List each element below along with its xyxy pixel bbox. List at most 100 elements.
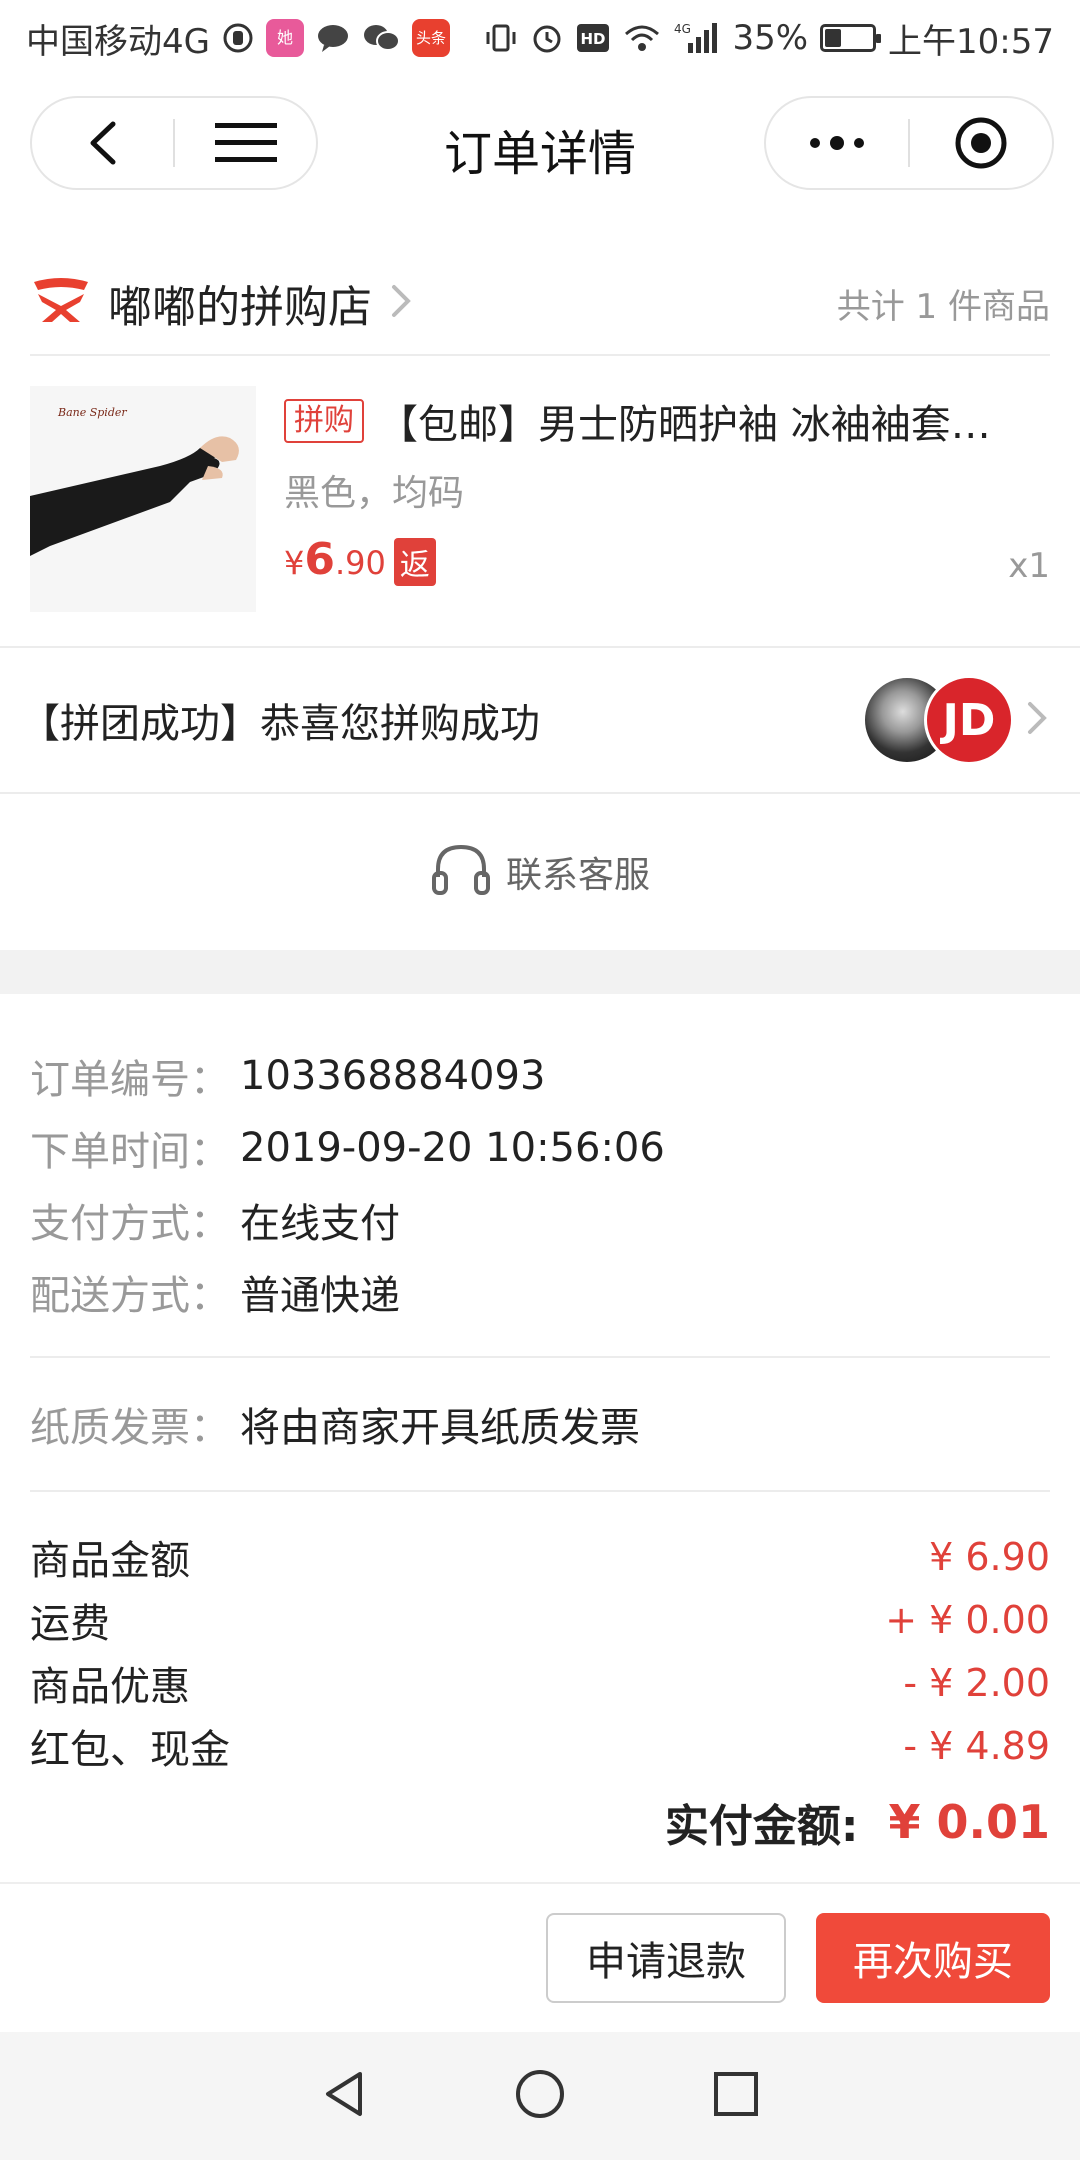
discount-label: 商品优惠 [30,1663,190,1710]
target-close-icon [955,117,1007,169]
delivery-method-line: 配送方式： 普通快递 [30,1256,1050,1328]
shipping-line: 运费 + ¥ 0.00 [30,1588,1050,1651]
order-time-label: 下单时间： [30,1129,230,1175]
product-spec: 黑色，均码 [284,473,465,514]
shop-header[interactable]: 嘟嘟的拼购店 共计 1 件商品 [30,252,1050,356]
order-time-value: 2019-09-20 10:56:06 [240,1125,665,1171]
shipping-value: + ¥ 0.00 [885,1597,1050,1642]
order-number-line: 订单编号： 103368884093 [30,1040,1050,1112]
delivery-method-value: 普通快递 [240,1273,400,1319]
hd-icon: HD [576,23,610,53]
nav-capsule-right [764,96,1054,190]
wechat-icon [362,23,400,53]
invoice-line: 纸质发票： 将由商家开具纸质发票 [30,1384,1050,1464]
rebuy-button[interactable]: 再次购买 [816,1913,1050,2003]
price-line: ¥ 6 .90 返 x1 [284,534,1050,590]
divider [30,1356,1050,1358]
item-count: 共计 1 件商品 [836,286,1050,327]
more-button[interactable] [766,98,908,188]
message-icon [316,23,350,53]
payment-method-line: 支付方式： 在线支付 [30,1184,1050,1256]
goods-amount-line: 商品金额 ¥ 6.90 [30,1525,1050,1588]
price-decimal: .90 [334,544,386,582]
total-value: ¥ 0.01 [888,1795,1050,1849]
shop-name[interactable]: 嘟嘟的拼购店 [108,271,372,335]
group-avatars: JD [862,675,1050,765]
order-number-label: 订单编号： [30,1057,230,1103]
divider [30,1490,1050,1492]
hd-label: HD [581,30,606,48]
more-dots-icon [810,136,864,150]
price-currency: ¥ [284,544,305,582]
refund-button[interactable]: 申请退款 [546,1913,786,2003]
home-circle-icon[interactable] [512,2066,568,2126]
payment-method-value: 在线支付 [240,1201,400,1247]
discount-line: 商品优惠 - ¥ 2.00 [30,1651,1050,1714]
contact-service-button[interactable]: 联系客服 [0,796,1080,948]
clock: 上午10:57 [888,21,1054,62]
product-info: 拼购 【包邮】男士防晒护袖 冰袖袖套… 黑色，均码 ¥ 6 .90 返 x1 [284,386,1050,590]
order-time-line: 下单时间： 2019-09-20 10:56:06 [30,1112,1050,1184]
nav-capsule-left [30,96,318,190]
action-bar: 申请退款 再次购买 [0,1882,1080,2032]
redpacket-line: 红包、现金 - ¥ 4.89 [30,1714,1050,1777]
goods-amount-value: ¥ 6.90 [929,1534,1050,1579]
section-separator [0,950,1080,994]
carrier-label: 中国移动4G [26,21,210,62]
battery-level [825,29,842,47]
product-image[interactable]: Bane Spider [30,386,256,612]
payment-method-label: 支付方式： [30,1201,230,1247]
system-navigation-bar [0,2032,1080,2160]
redpacket-value: - ¥ 4.89 [903,1723,1050,1768]
product-title-line: 拼购 【包邮】男士防晒护袖 冰袖袖套… [284,386,1050,456]
invoice-label: 纸质发票： [30,1405,230,1451]
app-badge-ta: 她 [265,19,304,57]
network-label: 4G [674,22,691,36]
menu-icon [214,123,277,162]
battery-percent: 35% [732,18,809,58]
shop-logo-icon [30,276,92,330]
delivery-method-label: 配送方式： [30,1273,230,1319]
back-button[interactable] [32,98,173,188]
app-badge-toutiao: 头条 [411,19,450,57]
chevron-left-icon [90,121,115,165]
hand-app-icon [222,22,254,54]
price-integer: 6 [304,534,335,585]
headset-icon [430,841,492,903]
invoice-value: 将由商家开具纸质发票 [240,1405,640,1451]
redpacket-label: 红包、现金 [30,1726,230,1773]
back-triangle-icon[interactable] [316,2066,372,2126]
status-left: 中国移动4G 她 头条 [26,14,450,63]
chevron-right-icon [388,281,414,325]
total-line: 实付金额: ¥ 0.01 [30,1781,1050,1863]
status-bar: 中国移动4G 她 头条 HD 4G 35% 上午10:57 [0,0,1080,76]
nav-bar: 订单详情 [0,76,1080,216]
battery-icon [820,24,882,52]
total-label: 实付金额: [664,1801,859,1852]
quantity: x1 [1008,546,1050,586]
product-image-brand: Bane Spider [57,406,127,419]
page-title: 订单详情 [443,126,636,182]
wifi-icon [622,22,662,54]
discount-value: - ¥ 2.00 [903,1660,1050,1705]
vibrate-icon [484,22,518,54]
shipping-label: 运费 [30,1600,110,1647]
close-miniapp-button[interactable] [910,98,1052,188]
group-status-row[interactable]: 【拼团成功】恭喜您拼购成功 JD [0,646,1080,794]
product-title[interactable]: 【包邮】男士防晒护袖 冰袖袖套… [378,392,1050,450]
signal-icon: 4G [674,21,720,55]
home-menu-button[interactable] [175,98,316,188]
pingou-tag: 拼购 [284,399,364,443]
product-item[interactable]: Bane Spider 拼购 【包邮】男士防晒护袖 冰袖袖套… 黑色，均码 ¥ … [30,386,1050,616]
rebate-badge: 返 [393,538,436,586]
jd-avatar: JD [924,675,1014,765]
shop-left: 嘟嘟的拼购店 [30,271,414,335]
price-summary: 商品金额 ¥ 6.90 运费 + ¥ 0.00 商品优惠 - ¥ 2.00 红包… [30,1525,1050,1863]
status-right: HD 4G 35% 上午10:57 [484,14,1054,63]
recents-square-icon[interactable] [708,2066,764,2126]
alarm-icon [530,21,564,55]
chevron-right-icon [1024,698,1050,742]
order-info: 订单编号： 103368884093 下单时间： 2019-09-20 10:5… [30,1040,1050,1328]
contact-service-label: 联系客服 [505,855,650,896]
order-number-value: 103368884093 [240,1053,546,1099]
